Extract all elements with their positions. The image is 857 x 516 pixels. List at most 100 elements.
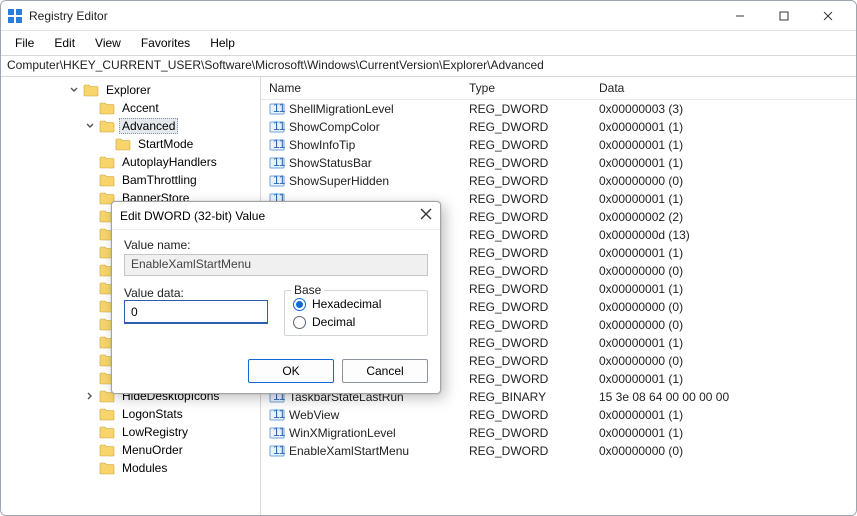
window-title: Registry Editor [29,9,718,23]
value-type: REG_DWORD [461,424,591,442]
folder-icon [99,119,115,133]
value-row[interactable]: 110ShellMigrationLevelREG_DWORD0x0000000… [261,100,856,119]
value-data: 0x00000003 (3) [591,100,856,119]
reg-value-icon: 110 [269,443,285,459]
cancel-button[interactable]: Cancel [342,359,428,383]
menu-file[interactable]: File [7,34,42,52]
value-data: 0x00000002 (2) [591,208,856,226]
tree-item[interactable]: Explorer [3,81,260,99]
value-data: 0x00000001 (1) [591,154,856,172]
value-type: REG_DWORD [461,136,591,154]
reg-value-icon: 110 [269,155,285,171]
value-row[interactable]: 110 WinXMigrationLevel REG_DWORD0x00000001… [261,424,856,442]
window-buttons [718,2,850,30]
folder-icon [99,407,115,421]
folder-icon [99,173,115,187]
value-row[interactable]: 110ShowStatusBarREG_DWORD0x00000001 (1) [261,154,856,172]
folder-icon [99,461,115,475]
tree-item-label: LogonStats [119,407,186,421]
tree-item-label: StartMode [135,137,196,151]
value-data: 15 3e 08 64 00 00 00 00 [591,388,856,406]
reg-value-icon: 110 [269,425,285,441]
title-bar: Registry Editor [1,1,856,31]
col-name[interactable]: Name [261,77,461,100]
reg-value-icon: 110 [269,407,285,423]
menu-favorites[interactable]: Favorites [133,34,198,52]
value-data: 0x00000000 (0) [591,172,856,190]
value-type: REG_DWORD [461,334,591,352]
radio-dec-label: Decimal [312,315,355,329]
dialog-title: Edit DWORD (32-bit) Value [120,209,420,223]
tree-item-label: BamThrottling [119,173,200,187]
svg-text:110: 110 [273,101,285,115]
value-row[interactable]: 110ShowCompColorREG_DWORD0x00000001 (1) [261,118,856,136]
value-data-input[interactable] [124,300,268,324]
dialog-buttons: OK Cancel [112,353,440,393]
tree-item[interactable]: Accent [3,99,260,117]
value-type: REG_BINARY [461,388,591,406]
tree-item-label: AutoplayHandlers [119,155,220,169]
edit-dword-dialog: Edit DWORD (32-bit) Value Value name: En… [111,201,441,394]
value-data: 0x00000000 (0) [591,298,856,316]
tree-item-label: MenuOrder [119,443,186,457]
value-data: 0x0000000d (13) [591,226,856,244]
minimize-button[interactable] [718,2,762,30]
value-row[interactable]: 110EnableXamlStartMenuREG_DWORD0x0000000… [261,442,856,460]
ok-button[interactable]: OK [248,359,334,383]
value-type: REG_DWORD [461,172,591,190]
folder-icon [99,101,115,115]
value-data: 0x00000000 (0) [591,316,856,334]
dialog-close-icon[interactable] [420,208,432,223]
menu-view[interactable]: View [87,34,129,52]
tree-item[interactable]: BamThrottling [3,171,260,189]
close-button[interactable] [806,2,850,30]
maximize-button[interactable] [762,2,806,30]
folder-icon [99,425,115,439]
value-type: REG_DWORD [461,208,591,226]
value-row[interactable]: 110ShowSuperHiddenREG_DWORD0x00000000 (0… [261,172,856,190]
tree-item[interactable]: LogonStats [3,405,260,423]
value-data: 0x00000001 (1) [591,424,856,442]
tree-item-label: LowRegistry [119,425,191,439]
radio-hexadecimal[interactable]: Hexadecimal [293,297,419,311]
value-data: 0x00000001 (1) [591,406,856,424]
menu-edit[interactable]: Edit [46,34,83,52]
col-type[interactable]: Type [461,77,591,100]
tree-item[interactable]: StartMode [3,135,260,153]
folder-icon [99,155,115,169]
value-data: 0x00000001 (1) [591,190,856,208]
dialog-titlebar: Edit DWORD (32-bit) Value [112,202,440,230]
value-name: EnableXamlStartMenu [289,444,409,458]
value-row[interactable]: 110ShowInfoTipREG_DWORD0x00000001 (1) [261,136,856,154]
value-name: ShellMigrationLevel [289,102,394,116]
value-name: ShowInfoTip [289,138,355,152]
address-bar[interactable]: Computer\HKEY_CURRENT_USER\Software\Micr… [1,55,856,77]
col-data[interactable]: Data [591,77,856,100]
value-name: WinXMigrationLevel [289,426,396,440]
tree-item[interactable]: LowRegistry [3,423,260,441]
value-data: 0x00000001 (1) [591,280,856,298]
tree-item[interactable]: AutoplayHandlers [3,153,260,171]
svg-text:110: 110 [273,407,285,421]
menu-help[interactable]: Help [202,34,243,52]
value-type: REG_DWORD [461,406,591,424]
value-data: 0x00000000 (0) [591,352,856,370]
value-row[interactable]: 110 WebView REG_DWORD0x00000001 (1) [261,406,856,424]
value-data: 0x00000001 (1) [591,118,856,136]
chevron-down-icon[interactable] [83,121,97,131]
svg-text:110: 110 [273,443,285,457]
chevron-down-icon[interactable] [67,85,81,95]
radio-decimal[interactable]: Decimal [293,315,419,329]
value-name-field: EnableXamlStartMenu [124,254,428,276]
tree-item-label: Advanced [119,118,178,134]
value-type: REG_DWORD [461,190,591,208]
tree-item[interactable]: Advanced [3,117,260,135]
tree-item[interactable]: Modules [3,459,260,477]
svg-text:110: 110 [273,137,285,151]
tree-item[interactable]: MenuOrder [3,441,260,459]
value-name-label: Value name: [124,238,428,252]
svg-text:110: 110 [273,173,285,187]
value-name: WebView [289,408,339,422]
value-data: 0x00000000 (0) [591,262,856,280]
chevron-right-icon[interactable] [83,391,97,401]
